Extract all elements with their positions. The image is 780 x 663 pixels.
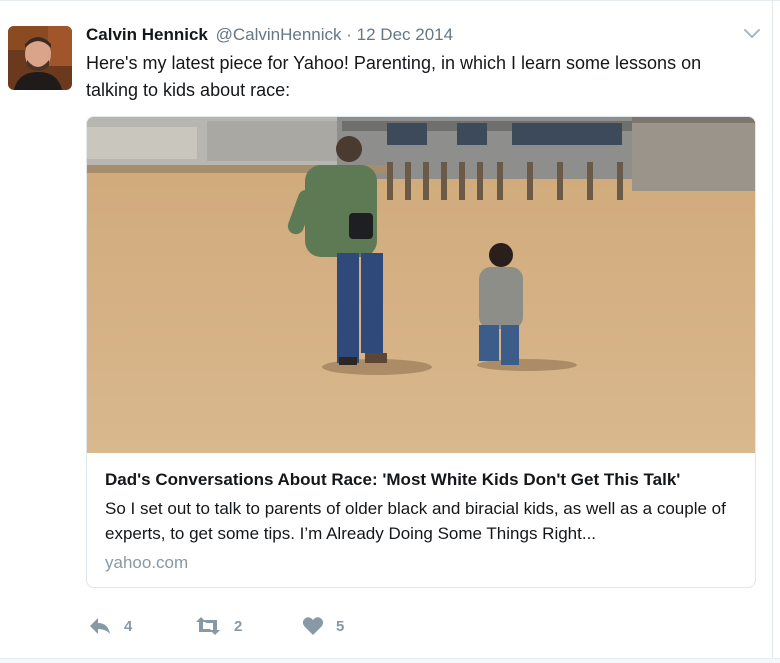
retweet-button[interactable]: 2 (194, 614, 242, 638)
reply-count: 4 (124, 617, 133, 635)
like-count: 5 (336, 617, 345, 635)
top-divider (0, 0, 780, 1)
tweet-text: Here's my latest piece for Yahoo! Parent… (86, 53, 702, 100)
bottom-divider (0, 658, 780, 663)
retweet-count: 2 (234, 617, 243, 635)
author-name[interactable]: Calvin Hennick (86, 25, 208, 44)
reply-icon (88, 616, 112, 636)
card-domain[interactable]: yahoo.com (105, 552, 745, 574)
more-options-chevron-down-icon[interactable] (742, 26, 762, 42)
avatar[interactable] (8, 26, 72, 90)
like-button[interactable]: 5 (302, 614, 344, 638)
card-title[interactable]: Dad's Conversations About Race: 'Most Wh… (105, 469, 745, 491)
card-image[interactable] (87, 117, 755, 453)
reply-button[interactable]: 4 (88, 614, 132, 638)
author-handle[interactable]: @CalvinHennick (216, 25, 342, 44)
tweet-timestamp[interactable]: 12 Dec 2014 (357, 25, 453, 44)
link-card[interactable]: Dad's Conversations About Race: 'Most Wh… (86, 116, 756, 588)
timeline-right-border (772, 0, 773, 663)
header-separator: · (346, 25, 352, 44)
tweet-header: Calvin Hennick @CalvinHennick · 12 Dec 2… (86, 24, 453, 46)
card-description: So I set out to talk to parents of older… (105, 499, 726, 543)
retweet-icon (194, 616, 222, 636)
card-body: Dad's Conversations About Race: 'Most Wh… (105, 469, 745, 574)
heart-icon (302, 616, 324, 636)
